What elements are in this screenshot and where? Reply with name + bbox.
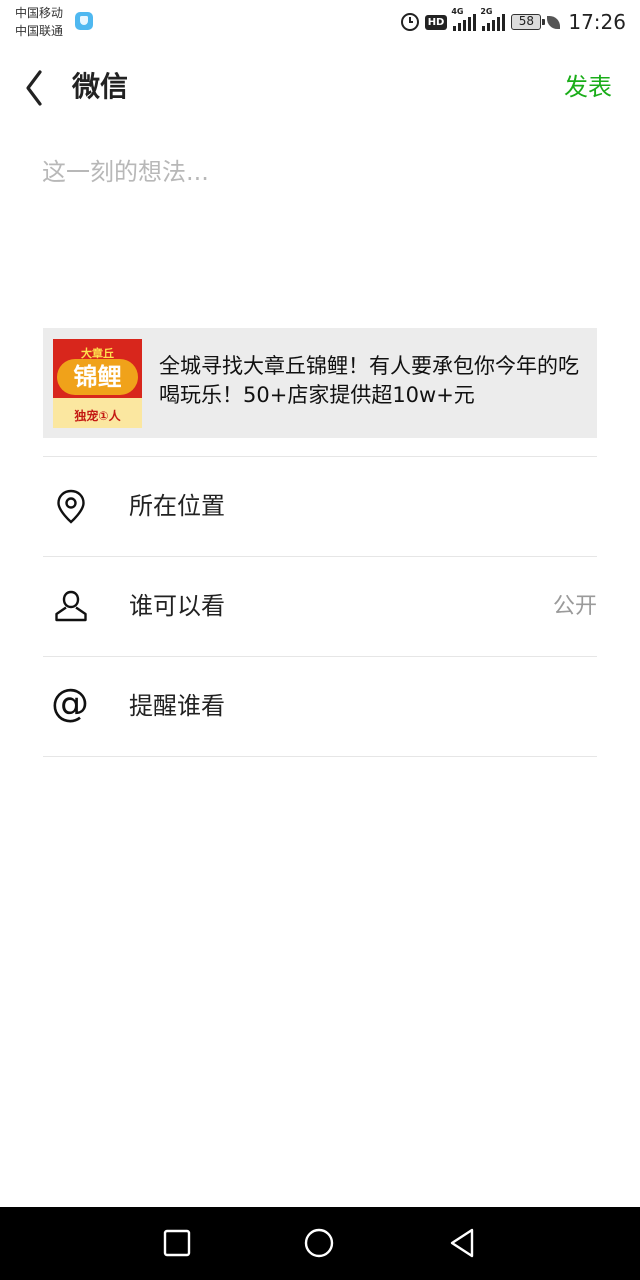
- person-icon: [53, 588, 89, 624]
- carrier-1: 中国移动: [15, 6, 64, 20]
- thumbnail-bottom-text: 独宠①人: [74, 409, 121, 423]
- signal-4g-icon: 4G: [451, 7, 477, 31]
- at-icon: @: [51, 681, 89, 725]
- link-thumbnail: 大章丘 锦鲤 独宠①人: [53, 339, 142, 428]
- post-options-list: 所在位置 谁可以看 公开 @ 提醒谁看: [43, 456, 597, 757]
- home-circle-icon[interactable]: [303, 1227, 335, 1259]
- location-row[interactable]: 所在位置: [43, 457, 597, 557]
- recent-apps-square-icon[interactable]: [161, 1227, 193, 1259]
- shared-link-card[interactable]: 大章丘 锦鲤 独宠①人 全城寻找大章丘锦鲤！有人要承包你今年的吃喝玩乐！50+店…: [43, 328, 597, 438]
- system-nav-bar: [0, 1207, 640, 1280]
- thumbnail-main-text: 锦鲤: [57, 359, 138, 395]
- clock: 17:26: [568, 10, 626, 34]
- power-saving-leaf-icon: [547, 15, 561, 29]
- back-triangle-icon[interactable]: [446, 1227, 478, 1259]
- hd-icon: HD: [424, 14, 448, 30]
- signal-2g-icon: 2G: [480, 7, 506, 31]
- alarm-icon: [400, 13, 419, 31]
- link-title: 全城寻找大章丘锦鲤！有人要承包你今年的吃喝玩乐！50+店家提供超10w+元: [159, 354, 579, 407]
- network-type-1: 4G: [451, 7, 464, 16]
- status-icons: HD 4G 2G 58 17:26: [400, 7, 626, 36]
- carrier-2: 中国联通: [15, 24, 64, 38]
- carrier-info: 中国移动 中国联通: [15, 4, 63, 40]
- thought-input[interactable]: [42, 152, 598, 302]
- visibility-value: 公开: [552, 594, 597, 619]
- page-title: 微信: [72, 70, 129, 103]
- location-label: 所在位置: [129, 492, 225, 520]
- status-bar: 中国移动 中国联通 HD 4G 2G 58 17:26: [0, 0, 640, 44]
- location-pin-icon: [53, 488, 89, 524]
- top-bar: 微信 发表: [0, 44, 640, 130]
- back-arrow-icon[interactable]: [20, 68, 60, 108]
- mention-row[interactable]: @ 提醒谁看: [43, 657, 597, 757]
- visibility-label: 谁可以看: [129, 592, 225, 620]
- publish-button[interactable]: 发表: [564, 68, 612, 106]
- shield-app-icon: [75, 12, 93, 30]
- mention-label: 提醒谁看: [129, 692, 225, 720]
- battery-icon: 58: [511, 14, 546, 30]
- visibility-row[interactable]: 谁可以看 公开: [43, 557, 597, 657]
- network-type-2: 2G: [480, 7, 493, 16]
